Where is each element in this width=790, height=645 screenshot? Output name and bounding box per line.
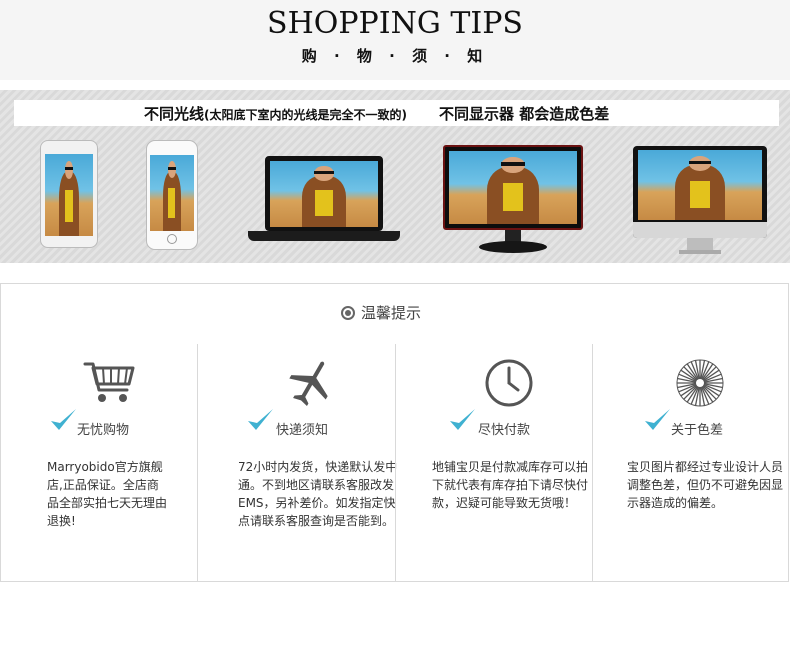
- tips-heading-text: 温馨提示: [361, 304, 422, 322]
- tip-label: 无忧购物: [77, 423, 130, 438]
- tip-payment: 尽快付款 地铺宝贝是付款减库存可以拍下就代表有库存拍下请尽快付款，迟疑可能导致无…: [395, 344, 593, 582]
- lighting-caption-note: (太阳底下室内的光线是完全不一致的): [204, 108, 407, 122]
- laptop-device: [248, 156, 400, 246]
- tip-label: 关于色差: [671, 423, 724, 438]
- tip-label: 快递须知: [276, 423, 329, 438]
- display-caption: 不同显示器 都会造成色差: [439, 105, 610, 123]
- model-photo: [638, 150, 762, 220]
- page-subtitle: 购 · 物 · 须 · 知: [301, 47, 489, 65]
- monitor-device: [443, 145, 583, 257]
- tip-description: 宝贝图片都经过专业设计人员调整色差，但仍不可避免因显示器造成的偏差。: [627, 460, 784, 510]
- phone-device-2: [146, 140, 198, 250]
- tip-shopping: 无忧购物 Marryobido官方旗舰店,正品保证。全店商品全部实拍七天无理由退…: [1, 344, 198, 582]
- target-icon: [341, 306, 355, 320]
- page-header: SHOPPING TIPS 购 · 物 · 须 · 知: [0, 0, 790, 80]
- airplane-icon: [289, 361, 328, 407]
- model-photo: [45, 154, 93, 236]
- model-photo: [449, 151, 577, 224]
- banner-caption-strip: 不同光线(太阳底下室内的光线是完全不一致的) 不同显示器 都会造成色差: [14, 100, 779, 126]
- check-icon: [248, 409, 273, 430]
- tips-panel: 温馨提示 无忧购物 Marryobido官方旗舰店,正品保证。全店商品全部实拍七…: [0, 283, 789, 582]
- page-title: SHOPPING TIPS: [267, 6, 523, 41]
- color-wheel-icon: [676, 359, 724, 407]
- model-photo: [270, 161, 378, 227]
- check-icon: [645, 409, 670, 430]
- phone-device-1: [40, 140, 98, 248]
- tip-color: 关于色差 宝贝图片都经过专业设计人员调整色差，但仍不可避免因显示器造成的偏差。: [592, 344, 789, 582]
- model-photo: [150, 155, 194, 231]
- imac-device: [633, 146, 767, 258]
- tip-description: 地铺宝贝是付款减库存可以拍下就代表有库存拍下请尽快付款，迟疑可能导致无货哦！: [432, 460, 589, 510]
- tip-delivery: 快递须知 72小时内发货，快递默认发中通。不到地区请联系客服改发EMS，另补差价…: [197, 344, 397, 582]
- lighting-caption: 不同光线(太阳底下室内的光线是完全不一致的): [144, 103, 407, 124]
- clock-icon: [485, 359, 533, 407]
- check-icon: [51, 409, 76, 430]
- lighting-caption-main: 不同光线: [144, 105, 205, 123]
- shopping-cart-icon: [83, 362, 135, 402]
- check-icon: [450, 409, 475, 430]
- tips-heading: 温馨提示: [341, 302, 421, 322]
- tip-description: 72小时内发货，快递默认发中通。不到地区请联系客服改发EMS，另补差价。如发指定…: [238, 460, 398, 528]
- tip-label: 尽快付款: [478, 423, 531, 438]
- device-banner: 不同光线(太阳底下室内的光线是完全不一致的) 不同显示器 都会造成色差: [0, 90, 790, 263]
- tip-description: Marryobido官方旗舰店,正品保证。全店商品全部实拍七天无理由退换!: [47, 460, 168, 528]
